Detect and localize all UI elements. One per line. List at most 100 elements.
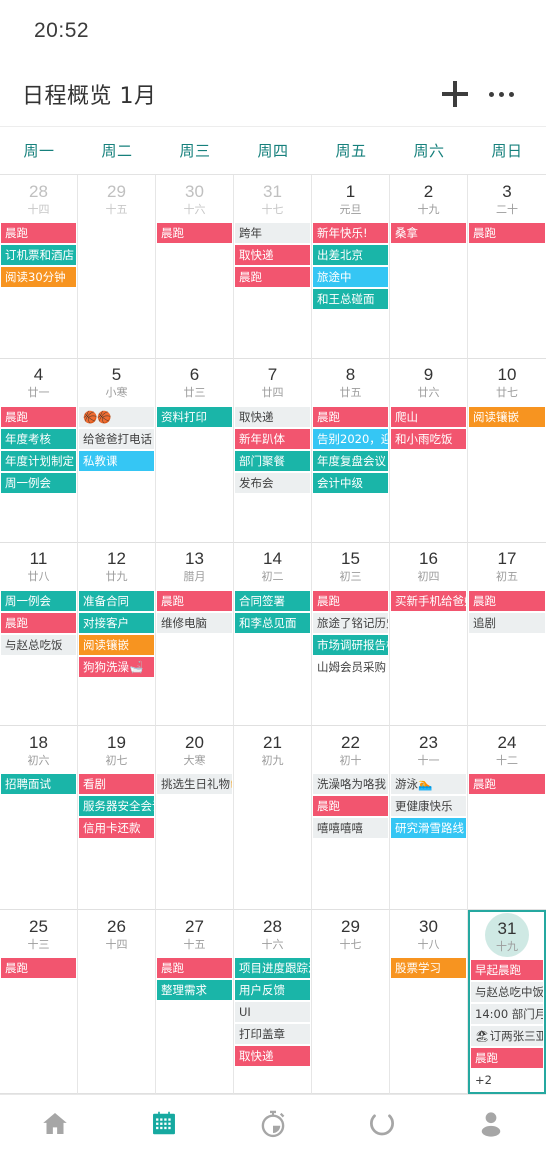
event-chip[interactable]: 阅读30分钟 bbox=[1, 267, 76, 287]
event-chip[interactable]: 招聘面试 bbox=[1, 774, 76, 795]
event-chip[interactable]: 订机票和酒店 bbox=[1, 245, 76, 265]
event-chip[interactable]: 🏀🏀 bbox=[79, 406, 154, 427]
event-chip[interactable]: 和小雨吃饭 bbox=[391, 428, 466, 449]
event-chip[interactable]: 部门聚餐 bbox=[235, 450, 310, 471]
event-chip[interactable]: 游泳🏊 bbox=[391, 774, 466, 795]
day-cell[interactable]: 31十九早起晨跑与赵总吃中饭14:00 部门月度🏖订两张三亚的晨跑+2 bbox=[468, 910, 546, 1094]
event-chip[interactable]: 14:00 部门月度 bbox=[471, 1004, 543, 1025]
day-cell[interactable]: 18 初六 招聘面试 bbox=[0, 726, 78, 911]
event-chip[interactable]: 晨跑 bbox=[469, 774, 545, 795]
event-chip[interactable]: 给爸爸打电话 bbox=[79, 428, 154, 449]
event-chip[interactable]: 晨跑 bbox=[471, 1048, 543, 1069]
event-chip[interactable]: 资料打印 bbox=[157, 406, 232, 427]
nav-item-sync[interactable] bbox=[328, 1095, 437, 1153]
event-chip[interactable]: 晨跑 bbox=[157, 223, 232, 243]
event-chip[interactable]: 周一例会 bbox=[1, 590, 76, 611]
day-cell[interactable]: 26 十四 bbox=[78, 910, 156, 1094]
add-event-button[interactable] bbox=[432, 71, 478, 117]
day-cell[interactable]: 19初七看剧服务器安全会议信用卡还款 bbox=[78, 726, 156, 911]
event-chip[interactable]: 取快递 bbox=[235, 245, 310, 265]
day-cell[interactable]: 6 廿三 资料打印 bbox=[156, 358, 234, 543]
event-chip[interactable]: 服务器安全会议 bbox=[79, 796, 154, 817]
event-chip[interactable]: 晨跑 bbox=[469, 590, 545, 611]
event-chip[interactable]: 买新手机给爸妈 bbox=[391, 590, 466, 611]
event-chip[interactable]: 用户反馈 bbox=[235, 980, 310, 1001]
event-chip[interactable]: 项目进度跟踪汇 bbox=[235, 958, 310, 979]
day-cell[interactable]: 10 廿七 阅读镶嵌 bbox=[468, 359, 546, 543]
event-chip[interactable]: +2 bbox=[471, 1070, 543, 1090]
day-cell[interactable]: 15初三晨跑旅途了铭记历史市场调研报告模山姆会员采购 bbox=[312, 542, 390, 727]
event-chip[interactable]: 山姆会员采购 bbox=[313, 657, 388, 677]
event-chip[interactable]: 年度考核 bbox=[1, 428, 76, 449]
event-chip[interactable]: UI bbox=[235, 1002, 310, 1023]
event-chip[interactable]: 和李总见面 bbox=[235, 612, 310, 633]
event-chip[interactable]: 追剧 bbox=[469, 612, 545, 633]
event-chip[interactable]: 晨跑 bbox=[313, 590, 388, 611]
event-chip[interactable]: 晨跑 bbox=[157, 958, 232, 979]
day-cell[interactable]: 8 廿五 晨跑 告别2020，迎 年度复盘会议 会计中级 bbox=[312, 358, 390, 543]
day-cell[interactable]: 24 十二 晨跑 bbox=[468, 726, 546, 911]
event-chip[interactable]: 告别2020，迎 bbox=[313, 428, 388, 449]
event-chip[interactable]: 年度计划制定 bbox=[1, 450, 76, 471]
event-chip[interactable]: 股票学习 bbox=[391, 958, 466, 979]
day-cell[interactable]: 4 廿一 晨跑 年度考核 年度计划制定 周一例会 bbox=[0, 358, 78, 543]
event-chip[interactable]: 晨跑 bbox=[313, 796, 388, 817]
day-cell[interactable]: 25 十三 晨跑 bbox=[0, 910, 78, 1094]
event-chip[interactable]: 会计中级 bbox=[313, 472, 388, 493]
event-chip[interactable]: 跨年 bbox=[235, 223, 310, 243]
event-chip[interactable]: 晨跑 bbox=[1, 406, 76, 427]
event-chip[interactable]: 阅读镶嵌 bbox=[79, 634, 154, 655]
day-cell[interactable]: 30 十八 股票学习 bbox=[390, 910, 468, 1094]
event-chip[interactable]: 挑选生日礼物🎁 bbox=[157, 774, 232, 795]
event-chip[interactable]: 出差北京 bbox=[313, 245, 388, 265]
event-chip[interactable]: 信用卡还款 bbox=[79, 818, 154, 839]
event-chip[interactable]: 阅读镶嵌 bbox=[469, 406, 545, 427]
event-chip[interactable]: 晨跑 bbox=[313, 406, 388, 427]
day-cell[interactable]: 14 初二 合同签署 和李总见面 bbox=[234, 542, 312, 727]
event-chip[interactable]: 准备合同 bbox=[79, 590, 154, 611]
day-cell[interactable]: 13 腊月 晨跑 维修电脑 bbox=[156, 542, 234, 727]
day-cell[interactable]: 5 小寒 🏀🏀 给爸爸打电话 私教课 bbox=[78, 358, 156, 543]
event-chip[interactable]: 晨跑 bbox=[1, 958, 76, 979]
event-chip[interactable]: 发布会 bbox=[235, 472, 310, 493]
event-chip[interactable]: 研究滑雪路线 bbox=[391, 818, 466, 839]
day-cell[interactable]: 29 十五 bbox=[78, 175, 156, 359]
day-cell[interactable]: 17 初五 晨跑 追剧 bbox=[468, 543, 546, 727]
day-cell[interactable]: 3 二十 晨跑 bbox=[468, 175, 546, 359]
event-chip[interactable]: 周一例会 bbox=[1, 472, 76, 493]
event-chip[interactable]: 私教课 bbox=[79, 450, 154, 471]
event-chip[interactable]: 和王总碰面 bbox=[313, 289, 388, 309]
event-chip[interactable]: 旅途了铭记历史 bbox=[313, 612, 388, 633]
event-chip[interactable]: 晨跑 bbox=[235, 267, 310, 287]
nav-item-home[interactable] bbox=[0, 1095, 109, 1153]
event-chip[interactable]: 旅途中 bbox=[313, 267, 388, 287]
nav-item-calendar[interactable] bbox=[109, 1095, 218, 1153]
event-chip[interactable]: 新年快乐! bbox=[313, 223, 388, 243]
event-chip[interactable]: 看剧 bbox=[79, 774, 154, 795]
day-cell[interactable]: 27 十五 晨跑 整理需求 bbox=[156, 910, 234, 1094]
event-chip[interactable]: 狗狗洗澡🛁 bbox=[79, 656, 154, 677]
day-cell[interactable]: 12 廿九 准备合同 对接客户 阅读镶嵌 狗狗洗澡🛁 bbox=[78, 542, 156, 727]
day-cell[interactable]: 11 廿八 周一例会 晨跑 与赵总吃饭 bbox=[0, 542, 78, 727]
event-chip[interactable]: 更健康快乐 bbox=[391, 796, 466, 817]
event-chip[interactable]: 取快递 bbox=[235, 406, 310, 427]
event-chip[interactable]: 嘻嘻嘻嘻 bbox=[313, 818, 388, 839]
event-chip[interactable]: 市场调研报告模 bbox=[313, 634, 388, 655]
day-cell[interactable]: 23 十一 游泳🏊 更健康快乐 研究滑雪路线 bbox=[390, 726, 468, 911]
event-chip[interactable]: 对接客户 bbox=[79, 612, 154, 633]
event-chip[interactable]: 整理需求 bbox=[157, 980, 232, 1001]
day-cell[interactable]: 30 十六 晨跑 bbox=[156, 175, 234, 359]
event-chip[interactable]: 桑拿 bbox=[391, 223, 466, 243]
event-chip[interactable]: 打印盖章 bbox=[235, 1024, 310, 1045]
event-chip[interactable]: 与赵总吃中饭 bbox=[471, 982, 543, 1003]
event-chip[interactable]: 爬山 bbox=[391, 406, 466, 427]
day-cell[interactable]: 31 十七 跨年 取快递 晨跑 bbox=[234, 175, 312, 359]
event-chip[interactable]: 晨跑 bbox=[1, 223, 76, 243]
day-cell[interactable]: 7 廿四 取快递 新年趴体 部门聚餐 发布会 bbox=[234, 358, 312, 543]
nav-item-profile[interactable] bbox=[437, 1095, 546, 1153]
more-options-button[interactable] bbox=[478, 71, 524, 117]
nav-item-timer[interactable] bbox=[218, 1095, 327, 1153]
event-chip[interactable]: 洗澡咯为咯我 bbox=[313, 774, 388, 795]
event-chip[interactable]: 年度复盘会议 bbox=[313, 450, 388, 471]
event-chip[interactable]: 新年趴体 bbox=[235, 428, 310, 449]
